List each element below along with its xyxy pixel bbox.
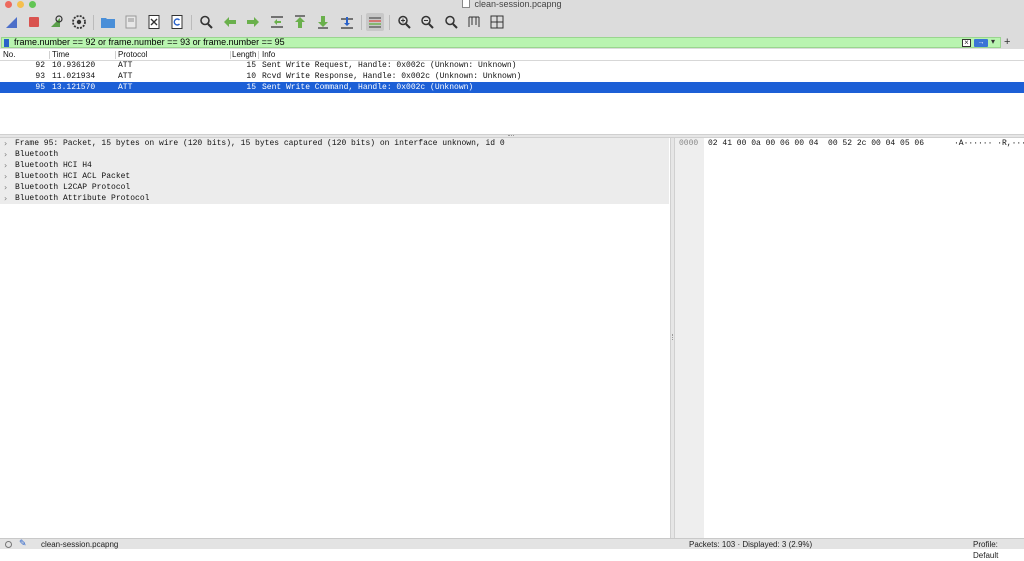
expand-arrow-icon[interactable]: › bbox=[4, 149, 7, 160]
display-filter-input[interactable]: frame.number == 92 or frame.number == 93… bbox=[1, 37, 1001, 48]
zoom-out-icon[interactable] bbox=[418, 13, 436, 31]
column-no[interactable]: No. bbox=[3, 50, 15, 60]
title-bar: clean-session.pcapng bbox=[0, 0, 1024, 9]
packet-time: 11.021934 bbox=[52, 72, 96, 81]
tree-item-label: Bluetooth Attribute Protocol bbox=[15, 194, 150, 203]
packet-no: 93 bbox=[35, 72, 45, 81]
edit-comment-icon[interactable]: ✎ bbox=[19, 538, 27, 549]
colorize-icon[interactable] bbox=[366, 13, 384, 31]
stop-icon[interactable] bbox=[25, 13, 43, 31]
column-protocol[interactable]: Protocol bbox=[118, 50, 147, 60]
tree-item-bluetooth[interactable]: › Bluetooth bbox=[0, 149, 669, 160]
first-packet-icon[interactable] bbox=[291, 13, 309, 31]
last-packet-icon[interactable] bbox=[314, 13, 332, 31]
normal-size-icon[interactable] bbox=[442, 13, 460, 31]
expand-arrow-icon[interactable]: › bbox=[4, 138, 7, 149]
ascii-bytes[interactable]: ·A······ ·R,···· bbox=[954, 138, 1024, 149]
column-info[interactable]: Info bbox=[262, 50, 275, 60]
tree-item-frame[interactable]: › Frame 95: Packet, 15 bytes on wire (12… bbox=[0, 138, 669, 149]
reload-icon[interactable] bbox=[168, 13, 186, 31]
packet-protocol: ATT bbox=[118, 72, 133, 81]
recent-filters-dropdown[interactable]: ▾ bbox=[991, 37, 995, 46]
shark-fin-icon[interactable] bbox=[3, 13, 21, 31]
expand-arrow-icon[interactable]: › bbox=[4, 193, 7, 204]
tree-item-label: Bluetooth bbox=[15, 150, 59, 159]
packet-info: Sent Write Request, Handle: 0x002c (Unkn… bbox=[262, 61, 517, 70]
tree-item-att[interactable]: › Bluetooth Attribute Protocol bbox=[0, 193, 669, 204]
tree-item-label: Frame 95: Packet, 15 bytes on wire (120 … bbox=[15, 139, 505, 148]
tree-item-label: Bluetooth L2CAP Protocol bbox=[15, 183, 131, 192]
bookmark-icon[interactable] bbox=[4, 39, 9, 47]
packet-length: 10 bbox=[246, 72, 256, 81]
packet-time: 13.121570 bbox=[52, 83, 96, 92]
packet-no: 95 bbox=[35, 83, 45, 92]
tree-item-l2cap[interactable]: › Bluetooth L2CAP Protocol bbox=[0, 182, 669, 193]
column-length[interactable]: Length bbox=[232, 50, 256, 60]
go-to-packet-icon[interactable] bbox=[268, 13, 286, 31]
main-toolbar bbox=[0, 9, 1024, 37]
packet-details-pane: › Frame 95: Packet, 15 bytes on wire (12… bbox=[0, 138, 670, 538]
packet-protocol: ATT bbox=[118, 83, 133, 92]
expand-arrow-icon[interactable]: › bbox=[4, 171, 7, 182]
status-bar: ✎ clean-session.pcapng Packets: 103 · Di… bbox=[0, 538, 1024, 560]
layout-icon[interactable] bbox=[488, 13, 506, 31]
tree-item-label: Bluetooth HCI H4 bbox=[15, 161, 92, 170]
expand-arrow-icon[interactable]: › bbox=[4, 182, 7, 193]
packet-row[interactable]: 93 11.021934 ATT 10 Rcvd Write Response,… bbox=[0, 71, 1024, 82]
packet-length: 15 bbox=[246, 61, 256, 70]
hex-bytes[interactable]: 02 41 00 0a 00 06 00 04 00 52 2c 00 04 0… bbox=[708, 138, 924, 149]
packet-row-selected[interactable]: 95 13.121570 ATT 15 Sent Write Command, … bbox=[0, 82, 1024, 93]
packet-info: Rcvd Write Response, Handle: 0x002c (Unk… bbox=[262, 72, 522, 81]
packet-time: 10.936120 bbox=[52, 61, 96, 70]
tree-item-hci-h4[interactable]: › Bluetooth HCI H4 bbox=[0, 160, 669, 171]
save-icon[interactable] bbox=[122, 13, 140, 31]
add-filter-button[interactable]: + bbox=[1004, 36, 1010, 48]
options-gear-icon[interactable] bbox=[70, 13, 88, 31]
packet-no: 92 bbox=[35, 61, 45, 70]
packet-protocol: ATT bbox=[118, 61, 133, 70]
clear-filter-button[interactable]: × bbox=[962, 39, 971, 47]
find-packet-icon[interactable] bbox=[197, 13, 215, 31]
byte-offset: 0000 bbox=[679, 139, 699, 148]
document-icon bbox=[462, 0, 471, 8]
zoom-in-icon[interactable] bbox=[395, 13, 413, 31]
autoscroll-icon[interactable] bbox=[338, 13, 356, 31]
close-file-icon[interactable] bbox=[145, 13, 163, 31]
window-title-text: clean-session.pcapng bbox=[474, 0, 562, 9]
expert-info-icon[interactable] bbox=[5, 541, 12, 548]
filter-text[interactable]: frame.number == 92 or frame.number == 93… bbox=[14, 37, 285, 48]
packet-list: No. Time Protocol Length Info 92 10.9361… bbox=[0, 49, 1024, 135]
tree-item-label: Bluetooth HCI ACL Packet bbox=[15, 172, 131, 181]
display-filter-bar: frame.number == 92 or frame.number == 93… bbox=[0, 36, 1024, 49]
packet-row[interactable]: 92 10.936120 ATT 15 Sent Write Request, … bbox=[0, 60, 1024, 71]
window-title: clean-session.pcapng bbox=[0, 0, 1024, 9]
packet-bytes-pane: 0000 02 41 00 0a 00 06 00 04 00 52 2c 00… bbox=[675, 138, 1024, 538]
apply-filter-button[interactable]: → bbox=[974, 39, 988, 47]
open-folder-icon[interactable] bbox=[99, 13, 117, 31]
restart-icon[interactable] bbox=[47, 13, 65, 31]
packet-length: 15 bbox=[246, 83, 256, 92]
tree-item-hci-acl[interactable]: › Bluetooth HCI ACL Packet bbox=[0, 171, 669, 182]
status-file-name: clean-session.pcapng bbox=[41, 540, 119, 549]
status-packet-count: Packets: 103 · Displayed: 3 (2.9%) bbox=[689, 540, 813, 549]
go-back-icon[interactable] bbox=[221, 13, 239, 31]
status-profile[interactable]: Profile: Default bbox=[973, 539, 1024, 561]
resize-columns-icon[interactable] bbox=[465, 13, 483, 31]
column-time[interactable]: Time bbox=[52, 50, 69, 60]
go-forward-icon[interactable] bbox=[244, 13, 262, 31]
packet-info: Sent Write Command, Handle: 0x002c (Unkn… bbox=[262, 83, 474, 92]
offset-gutter bbox=[675, 138, 704, 538]
expand-arrow-icon[interactable]: › bbox=[4, 160, 7, 171]
